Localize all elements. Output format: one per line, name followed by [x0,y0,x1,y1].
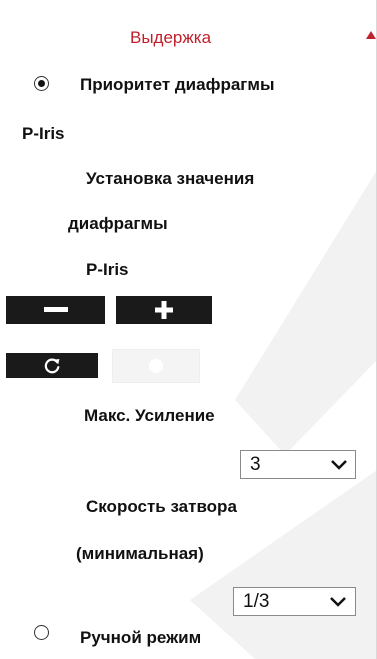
manual-mode-label: Ручной режим [80,628,202,647]
max-gain-select[interactable]: 3 [240,450,356,479]
plus-icon [155,301,173,319]
iris-auto-toggle[interactable] [112,349,200,383]
triangle-up-icon[interactable] [366,31,376,39]
iris-set-value-label-line2: диафрагмы [68,214,168,233]
aperture-priority-label: Приоритет диафрагмы [80,75,275,94]
chevron-down-icon [331,460,347,470]
section-title[interactable]: Выдержка [130,28,211,48]
max-gain-label: Макс. Усиление [84,406,215,425]
iris-reset-button[interactable] [6,353,98,378]
iris-type-label: P-Iris [22,124,65,143]
exposure-settings-panel: Выдержка Приоритет диафрагмы P-Iris Уста… [0,0,377,659]
iris-control-label: P-Iris [86,260,129,279]
toggle-indicator [149,359,163,373]
iris-set-value-label-line1: Установка значения [86,169,255,188]
refresh-icon [44,358,60,373]
chevron-down-icon [330,597,346,607]
manual-mode-radio[interactable] [34,625,49,640]
aperture-priority-radio[interactable] [34,76,49,91]
minus-icon [43,307,68,312]
shutter-speed-label-line2: (минимальная) [76,544,204,563]
shutter-speed-label-line1: Скорость затвора [86,497,237,516]
shutter-speed-value: 1/3 [243,591,270,612]
shutter-speed-select[interactable]: 1/3 [233,587,356,616]
iris-decrease-button[interactable] [6,296,105,324]
iris-increase-button[interactable] [116,296,212,324]
max-gain-value: 3 [250,454,261,475]
